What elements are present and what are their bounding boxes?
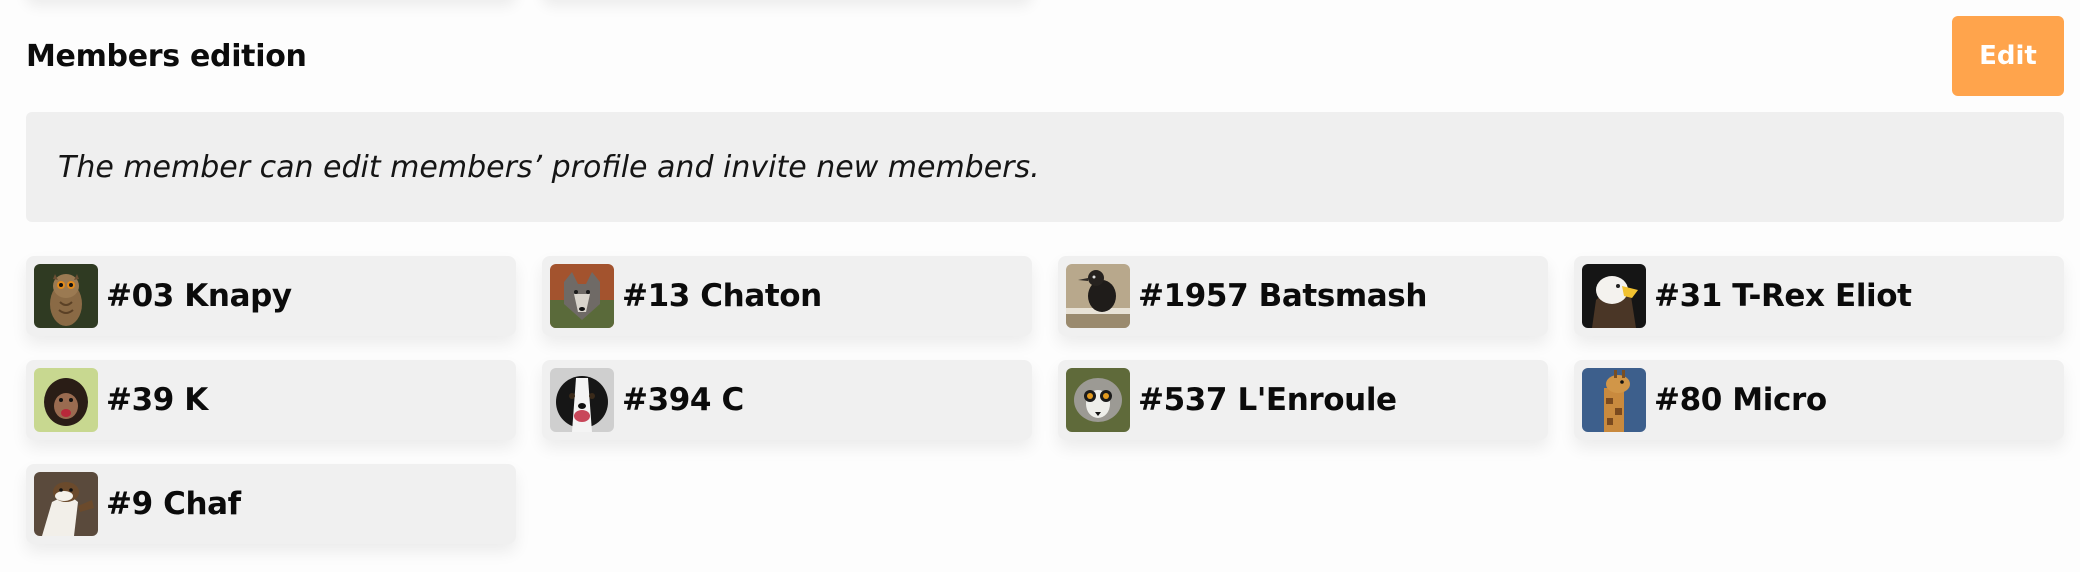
member-card[interactable]: #13 Chaton <box>542 256 1032 336</box>
member-card[interactable]: #39 K <box>26 360 516 440</box>
description-text: The member can edit members’ profile and… <box>58 149 1040 185</box>
bird-avatar-icon <box>1066 264 1130 328</box>
member-card[interactable]: #537 L'Enroule <box>1058 360 1548 440</box>
wolf-avatar-icon <box>550 264 614 328</box>
eagle-avatar-icon <box>1582 264 1646 328</box>
member-card[interactable]: #03 Knapy <box>26 256 516 336</box>
lemur-avatar-icon <box>1066 368 1130 432</box>
member-card[interactable]: #1957 Batsmash <box>1058 256 1548 336</box>
section-title: Members edition <box>26 38 307 74</box>
monkey-avatar-icon <box>34 368 98 432</box>
dog-avatar-icon <box>550 368 614 432</box>
edit-button[interactable]: Edit <box>1952 16 2064 96</box>
member-name: #31 T-Rex Eliot <box>1654 278 1912 314</box>
stoat-avatar-icon <box>34 472 98 536</box>
member-name: #80 Micro <box>1654 382 1827 418</box>
member-card[interactable]: #80 Micro <box>1574 360 2064 440</box>
giraffe-avatar-icon <box>1582 368 1646 432</box>
member-name: #1957 Batsmash <box>1138 278 1428 314</box>
section-header: Members edition Edit <box>26 16 2064 96</box>
member-name: #03 Knapy <box>106 278 292 314</box>
members-grid: #03 Knapy #13 Chaton #1957 Batsmash #31 … <box>26 256 2064 544</box>
members-edition-page: Members edition Edit The member can edit… <box>0 0 2080 572</box>
permission-description: The member can edit members’ profile and… <box>26 112 2064 222</box>
member-name: #394 C <box>622 382 744 418</box>
owl-avatar-icon <box>34 264 98 328</box>
member-name: #9 Chaf <box>106 486 241 522</box>
member-name: #39 K <box>106 382 208 418</box>
member-card[interactable]: #394 C <box>542 360 1032 440</box>
member-card[interactable]: #9 Chaf <box>26 464 516 544</box>
member-name: #13 Chaton <box>622 278 822 314</box>
member-card[interactable]: #31 T-Rex Eliot <box>1574 256 2064 336</box>
member-name: #537 L'Enroule <box>1138 382 1397 418</box>
